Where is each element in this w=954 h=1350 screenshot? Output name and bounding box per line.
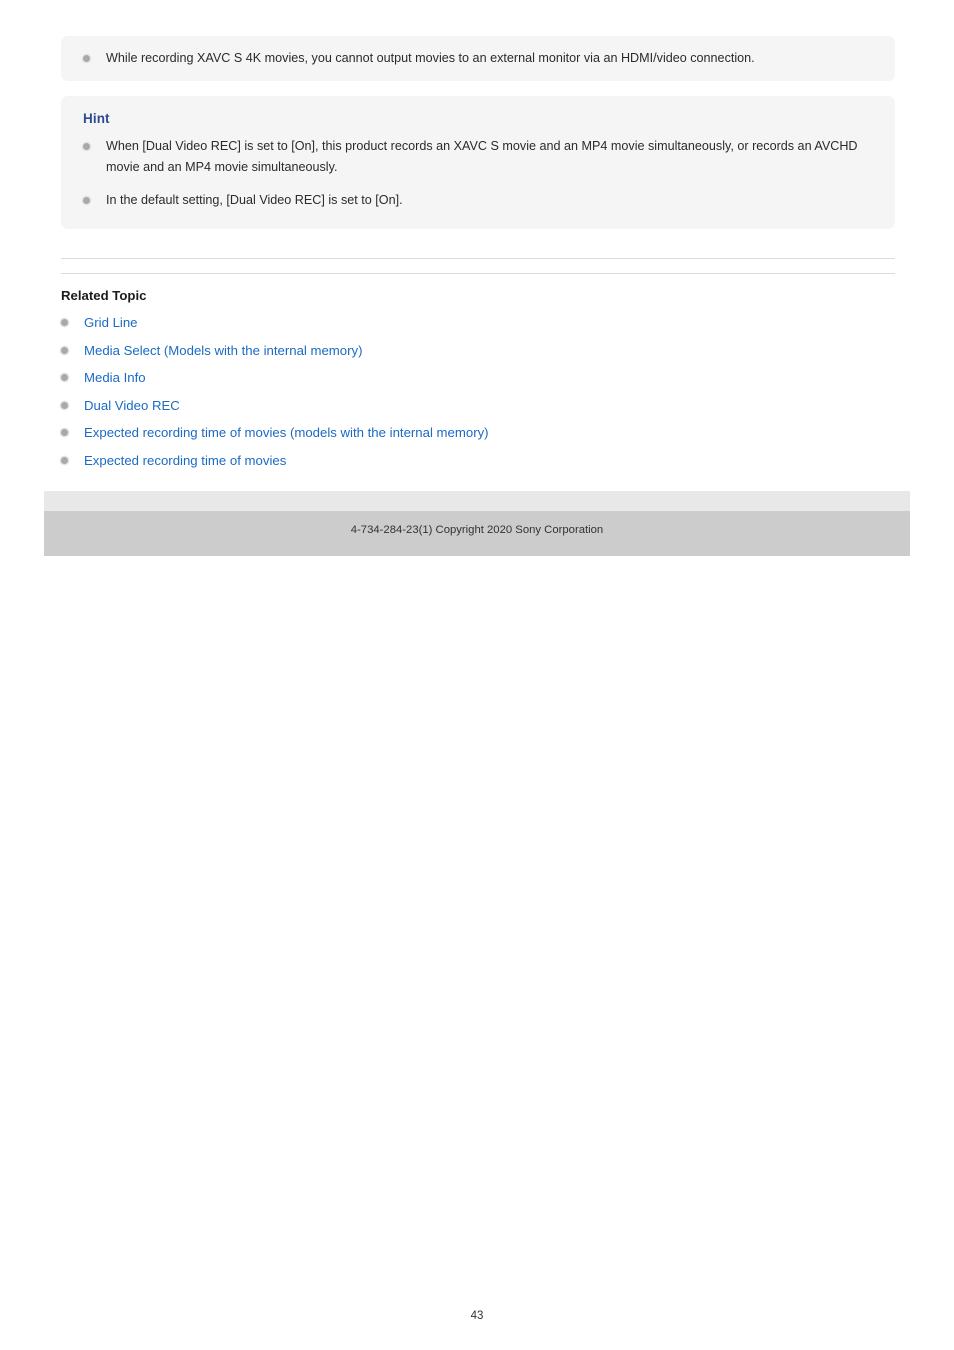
- list-item[interactable]: Media Info: [61, 368, 895, 396]
- list-item[interactable]: Expected recording time of movies (model…: [61, 423, 895, 451]
- bullet-icon: [83, 54, 90, 62]
- hint-box: Hint When [Dual Video REC] is set to [On…: [61, 96, 895, 229]
- notice-box: While recording XAVC S 4K movies, you ca…: [61, 36, 895, 81]
- list-item: When [Dual Video REC] is set to [On], th…: [83, 136, 873, 177]
- related-link-media-info[interactable]: Media Info: [84, 370, 146, 385]
- related-topic-list: Grid Line Media Select (Models with the …: [61, 313, 895, 478]
- bullet-icon: [61, 346, 68, 354]
- hint-text: In the default setting, [Dual Video REC]…: [106, 193, 403, 207]
- related-link-expected-recording-time-internal-memory[interactable]: Expected recording time of movies (model…: [84, 425, 489, 440]
- list-item[interactable]: Media Select (Models with the internal m…: [61, 341, 895, 369]
- related-link-media-select[interactable]: Media Select (Models with the internal m…: [84, 343, 363, 358]
- related-link-dual-video-rec[interactable]: Dual Video REC: [84, 398, 180, 413]
- related-link-grid-line[interactable]: Grid Line: [84, 315, 138, 330]
- related-topic-heading: Related Topic: [61, 288, 147, 303]
- bullet-icon: [61, 429, 68, 436]
- bullet-icon: [83, 142, 90, 150]
- divider-rule-top: [61, 258, 895, 259]
- related-link-expected-recording-time[interactable]: Expected recording time of movies: [84, 453, 286, 468]
- hint-list: When [Dual Video REC] is set to [On], th…: [83, 136, 873, 211]
- hint-title: Hint: [83, 111, 110, 126]
- list-item: While recording XAVC S 4K movies, you ca…: [83, 48, 873, 69]
- bullet-icon: [83, 196, 90, 204]
- list-item[interactable]: Expected recording time of movies: [61, 451, 895, 479]
- bullet-icon: [61, 374, 68, 381]
- notice-text: While recording XAVC S 4K movies, you ca…: [106, 51, 755, 65]
- hint-text: When [Dual Video REC] is set to [On], th…: [106, 139, 858, 174]
- notice-list: While recording XAVC S 4K movies, you ca…: [83, 48, 873, 69]
- list-item[interactable]: Dual Video REC: [61, 396, 895, 424]
- footer-copyright: 4-734-284-23(1) Copyright 2020 Sony Corp…: [350, 524, 604, 536]
- bullet-icon: [61, 456, 68, 464]
- bullet-icon: [61, 401, 68, 409]
- list-item[interactable]: Grid Line: [61, 313, 895, 341]
- document-page: While recording XAVC S 4K movies, you ca…: [0, 0, 954, 1350]
- list-item: In the default setting, [Dual Video REC]…: [83, 190, 873, 211]
- divider-rule-bottom: [61, 273, 895, 274]
- footer-band-light: [44, 491, 910, 511]
- bullet-icon: [61, 319, 68, 326]
- page-number: 43: [470, 1310, 484, 1322]
